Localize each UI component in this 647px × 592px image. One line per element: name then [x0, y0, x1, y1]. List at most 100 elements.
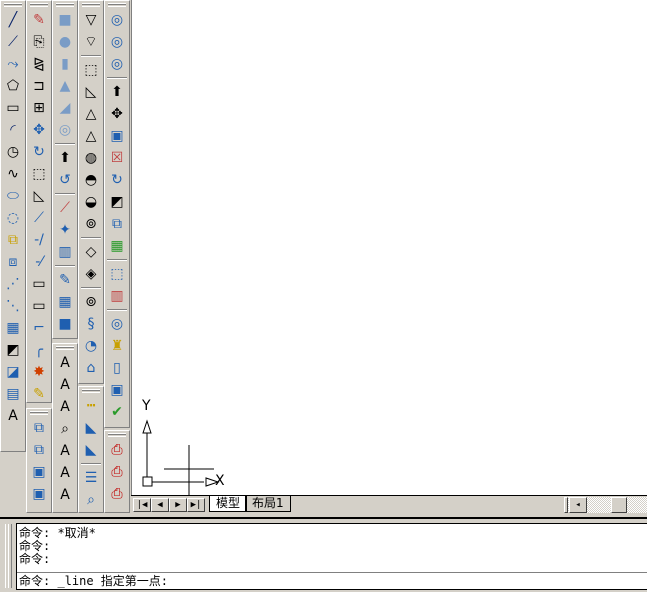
break-icon[interactable]: ▭	[27, 273, 51, 295]
tabsurf-icon[interactable]: §	[79, 313, 103, 335]
join-icon[interactable]: ▭	[27, 295, 51, 317]
flatten-icon[interactable]: ▽	[79, 9, 103, 31]
color-faces-icon[interactable]: ▦	[105, 235, 129, 257]
box-icon[interactable]: ■	[53, 9, 77, 31]
materials-icon[interactable]: ■	[53, 313, 77, 335]
slice-icon[interactable]: ⟋	[53, 197, 77, 219]
command-grip[interactable]	[5, 524, 12, 588]
region-icon[interactable]: ◩	[1, 339, 25, 361]
sphere-icon[interactable]: ●	[53, 31, 77, 53]
color-edges-icon[interactable]: ▥	[105, 285, 129, 307]
first-tab-button[interactable]: |◀	[133, 498, 151, 512]
toolbar-grip[interactable]	[108, 3, 126, 7]
array-icon[interactable]: ⊞	[27, 97, 51, 119]
explode-icon[interactable]: ✸	[27, 361, 51, 383]
arc-icon[interactable]: ◜	[1, 119, 25, 141]
erase-icon[interactable]: ✎	[27, 9, 51, 31]
intersect-icon[interactable]: ◎	[105, 53, 129, 75]
zoom-window-icon[interactable]: ⌕	[79, 489, 103, 511]
text-style-icon[interactable]: A	[53, 440, 77, 462]
render-icon[interactable]: ✎	[53, 269, 77, 291]
publish-icon[interactable]: ⎙	[105, 483, 129, 505]
quick-dim-icon[interactable]: ☰	[79, 467, 103, 489]
subtract-icon[interactable]: ◎	[105, 31, 129, 53]
toolbar-grip[interactable]	[82, 389, 100, 393]
toolbar-grip[interactable]	[30, 411, 48, 415]
toolbar-grip[interactable]	[4, 3, 22, 7]
tab-layout1[interactable]: 布局1	[245, 496, 291, 512]
edit-pline-icon[interactable]: ✎	[27, 383, 51, 405]
bring-above-icon[interactable]: ▣	[27, 461, 51, 483]
toolbar-grip[interactable]	[56, 3, 74, 7]
move-faces-icon[interactable]: ✥	[105, 103, 129, 125]
union-icon[interactable]: ◎	[105, 9, 129, 31]
scroll-left-button[interactable]: ◂	[569, 497, 587, 513]
divide-icon[interactable]: ⋱	[1, 295, 25, 317]
scroll-divider[interactable]	[564, 497, 568, 513]
hatch-icon[interactable]: ▦	[1, 317, 25, 339]
ordinate-dim-icon[interactable]: ◣	[79, 439, 103, 461]
3d-face-icon[interactable]: ◇	[79, 241, 103, 263]
pyramid-icon[interactable]: △	[79, 103, 103, 125]
extrude-faces-icon[interactable]: ⬆	[105, 81, 129, 103]
splitter[interactable]	[0, 517, 647, 519]
ellipse-arc-icon[interactable]: ◌	[1, 207, 25, 229]
make-block-icon[interactable]: ⧈	[1, 251, 25, 273]
ellipse-icon[interactable]: ⬭	[1, 185, 25, 207]
copy-edges-icon[interactable]: ⬚	[105, 263, 129, 285]
toolbar-grip[interactable]	[82, 3, 100, 7]
construction-line-icon[interactable]: ⟋	[1, 31, 25, 53]
taper-faces-icon[interactable]: ◩	[105, 191, 129, 213]
text-icon[interactable]: A	[1, 405, 25, 427]
spline-icon[interactable]: ∿	[1, 163, 25, 185]
insert-block-icon[interactable]: ⧉	[1, 229, 25, 251]
stretch-icon[interactable]: ◺	[27, 185, 51, 207]
imprint-icon[interactable]: ◎	[105, 313, 129, 335]
scale-text-icon[interactable]: A	[53, 462, 77, 484]
mirror-icon[interactable]: ⧎	[27, 53, 51, 75]
edgesurf-icon[interactable]: ⌂	[79, 357, 103, 379]
justify-text-icon[interactable]: A	[53, 484, 77, 506]
find-icon[interactable]: ⌕	[53, 418, 77, 440]
polyline-icon[interactable]: ⤳	[1, 53, 25, 75]
pdf-plot-icon[interactable]: ⎙	[105, 461, 129, 483]
table-icon[interactable]: ▤	[1, 383, 25, 405]
shell-icon[interactable]: ▣	[105, 379, 129, 401]
torus-icon[interactable]: ◎	[53, 119, 77, 141]
trim-icon[interactable]: ⟋	[27, 207, 51, 229]
aligned-dim-icon[interactable]: ◣	[79, 417, 103, 439]
offset-icon[interactable]: ⊐	[27, 75, 51, 97]
interference-icon[interactable]: ▥	[53, 241, 77, 263]
linear-dim-icon[interactable]: ┅	[79, 395, 103, 417]
3d-sphere-icon[interactable]: ◍	[79, 147, 103, 169]
scene-icon[interactable]: ▦	[53, 291, 77, 313]
break-point-icon[interactable]: -⁄	[27, 251, 51, 273]
rectangle-icon[interactable]: ▭	[1, 97, 25, 119]
edit-text-icon[interactable]: A	[53, 396, 77, 418]
toolbar-grip[interactable]	[30, 3, 48, 7]
scale-icon[interactable]: ⬚	[27, 163, 51, 185]
point-icon[interactable]: ⋰	[1, 273, 25, 295]
horizontal-scrollbar[interactable]: ◂	[564, 497, 647, 513]
plane-icon[interactable]: ⌔	[79, 31, 103, 53]
boundary-icon[interactable]: ◪	[1, 361, 25, 383]
extend-icon[interactable]: -/	[27, 229, 51, 251]
copy-faces-icon[interactable]: ⧉	[105, 213, 129, 235]
revsurf-icon[interactable]: ⊚	[79, 291, 103, 313]
single-text-icon[interactable]: A	[53, 374, 77, 396]
rotate-faces-icon[interactable]: ↻	[105, 169, 129, 191]
command-window[interactable]: 命令: *取消* 命令: 命令: 命令: _line 指定第一点:	[16, 523, 647, 590]
3d-mesh-icon[interactable]: ◈	[79, 263, 103, 285]
next-tab-button[interactable]: ▶	[169, 498, 187, 512]
dish-icon[interactable]: ◒	[79, 191, 103, 213]
rulesurf-icon[interactable]: ◔	[79, 335, 103, 357]
fillet-icon[interactable]: ╭	[27, 339, 51, 361]
separate-icon[interactable]: ▯	[105, 357, 129, 379]
drawing-canvas[interactable]: Y X	[131, 0, 647, 495]
clean-icon[interactable]: ♜	[105, 335, 129, 357]
copy-icon[interactable]: ⎘	[27, 31, 51, 53]
bring-front-icon[interactable]: ⧉	[27, 417, 51, 439]
move-icon[interactable]: ✥	[27, 119, 51, 141]
last-tab-button[interactable]: ▶|	[187, 498, 205, 512]
3d-cone-icon[interactable]: △	[79, 125, 103, 147]
